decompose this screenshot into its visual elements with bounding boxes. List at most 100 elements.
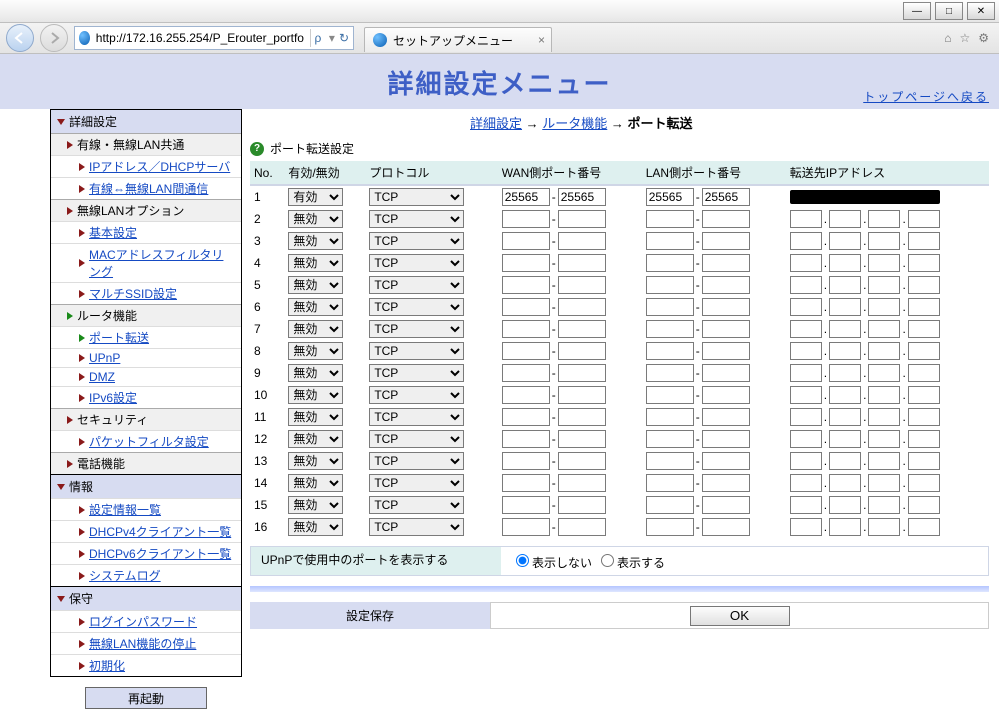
lan-port-from[interactable] (646, 408, 694, 426)
close-tab-icon[interactable]: × (538, 33, 545, 47)
nav-item-syslog[interactable]: システムログ (51, 564, 241, 586)
wan-port-from[interactable] (502, 298, 550, 316)
ip-octet[interactable] (790, 452, 822, 470)
protocol-select[interactable]: TCP (369, 298, 464, 316)
nav-item-basic[interactable]: 基本設定 (51, 221, 241, 243)
upnp-show-option[interactable]: 表示する (596, 551, 665, 571)
window-close-button[interactable]: ✕ (967, 2, 995, 20)
ip-octet[interactable] (908, 386, 940, 404)
ip-octet[interactable] (790, 364, 822, 382)
ip-octet[interactable] (790, 276, 822, 294)
wan-port-to[interactable] (558, 386, 606, 404)
ip-octet[interactable] (829, 276, 861, 294)
wan-port-to[interactable] (558, 276, 606, 294)
wan-port-to[interactable] (558, 188, 606, 206)
wan-port-from[interactable] (502, 254, 550, 272)
enable-select[interactable]: 無効 (288, 276, 343, 294)
ip-octet[interactable] (868, 210, 900, 228)
wan-port-from[interactable] (502, 232, 550, 250)
enable-select[interactable]: 無効 (288, 386, 343, 404)
lan-port-from[interactable] (646, 210, 694, 228)
lan-port-from[interactable] (646, 518, 694, 536)
wan-port-from[interactable] (502, 342, 550, 360)
ip-octet[interactable] (829, 496, 861, 514)
enable-select[interactable]: 無効 (288, 254, 343, 272)
upnp-hide-option[interactable]: 表示しない (511, 551, 592, 571)
nav-item-multi-ssid[interactable]: マルチSSID設定 (51, 282, 241, 304)
ip-octet[interactable] (790, 496, 822, 514)
wan-port-to[interactable] (558, 430, 606, 448)
nav-item-wired-wireless[interactable]: 有線⇔無線LAN間通信 (51, 177, 241, 199)
wan-port-to[interactable] (558, 320, 606, 338)
lan-port-from[interactable] (646, 342, 694, 360)
ip-octet[interactable] (790, 386, 822, 404)
enable-select[interactable]: 無効 (288, 518, 343, 536)
lan-port-to[interactable] (702, 276, 750, 294)
nav-group-phone[interactable]: 電話機能 (51, 452, 241, 474)
ip-octet[interactable] (868, 342, 900, 360)
wan-port-to[interactable] (558, 342, 606, 360)
wan-port-to[interactable] (558, 210, 606, 228)
enable-select[interactable]: 無効 (288, 452, 343, 470)
enable-select[interactable]: 無効 (288, 232, 343, 250)
ip-octet[interactable] (868, 452, 900, 470)
ip-octet[interactable] (829, 232, 861, 250)
home-icon[interactable]: ⌂ (944, 31, 951, 45)
ip-octet[interactable] (829, 430, 861, 448)
breadcrumb-b[interactable]: ルータ機能 (542, 116, 607, 131)
ip-octet[interactable] (829, 298, 861, 316)
enable-select[interactable]: 無効 (288, 474, 343, 492)
protocol-select[interactable]: TCP (369, 254, 464, 272)
lan-port-from[interactable] (646, 386, 694, 404)
protocol-select[interactable]: TCP (369, 320, 464, 338)
nav-root[interactable]: 詳細設定 (51, 110, 241, 133)
enable-select[interactable]: 無効 (288, 342, 343, 360)
enable-select[interactable]: 無効 (288, 408, 343, 426)
url-box[interactable]: ρ ▾ ↻ (74, 26, 354, 50)
ip-octet[interactable] (908, 474, 940, 492)
ip-octet[interactable] (868, 276, 900, 294)
protocol-select[interactable]: TCP (369, 364, 464, 382)
lan-port-to[interactable] (702, 298, 750, 316)
ip-octet[interactable] (790, 474, 822, 492)
wan-port-from[interactable] (502, 430, 550, 448)
ip-octet[interactable] (829, 408, 861, 426)
lan-port-from[interactable] (646, 232, 694, 250)
wan-port-to[interactable] (558, 364, 606, 382)
protocol-select[interactable]: TCP (369, 496, 464, 514)
lan-port-from[interactable] (646, 320, 694, 338)
protocol-select[interactable]: TCP (369, 342, 464, 360)
lan-port-from[interactable] (646, 298, 694, 316)
lan-port-from[interactable] (646, 188, 694, 206)
nav-root-info[interactable]: 情報 (51, 474, 241, 498)
protocol-select[interactable]: TCP (369, 518, 464, 536)
protocol-select[interactable]: TCP (369, 430, 464, 448)
ip-octet[interactable] (790, 408, 822, 426)
forward-button[interactable] (40, 24, 68, 52)
wan-port-from[interactable] (502, 188, 550, 206)
ip-octet[interactable] (908, 408, 940, 426)
ip-octet[interactable] (829, 452, 861, 470)
ip-octet[interactable] (908, 210, 940, 228)
ip-octet[interactable] (868, 386, 900, 404)
browser-tab[interactable]: セットアップメニュー × (364, 27, 552, 52)
lan-port-to[interactable] (702, 496, 750, 514)
lan-port-from[interactable] (646, 452, 694, 470)
nav-item-dhcpv6[interactable]: DHCPv6クライアント一覧 (51, 542, 241, 564)
ip-octet[interactable] (829, 474, 861, 492)
ip-octet[interactable] (868, 474, 900, 492)
wan-port-from[interactable] (502, 386, 550, 404)
lan-port-to[interactable] (702, 474, 750, 492)
lan-port-to[interactable] (702, 518, 750, 536)
window-minimize-button[interactable]: — (903, 2, 931, 20)
tools-icon[interactable]: ⚙ (978, 31, 989, 45)
protocol-select[interactable]: TCP (369, 232, 464, 250)
ip-octet[interactable] (790, 320, 822, 338)
ip-octet[interactable] (868, 254, 900, 272)
nav-item-login-pw[interactable]: ログインパスワード (51, 610, 241, 632)
lan-port-to[interactable] (702, 342, 750, 360)
lan-port-to[interactable] (702, 430, 750, 448)
ip-octet[interactable] (908, 320, 940, 338)
lan-port-to[interactable] (702, 386, 750, 404)
nav-group-router[interactable]: ルータ機能 (51, 304, 241, 326)
